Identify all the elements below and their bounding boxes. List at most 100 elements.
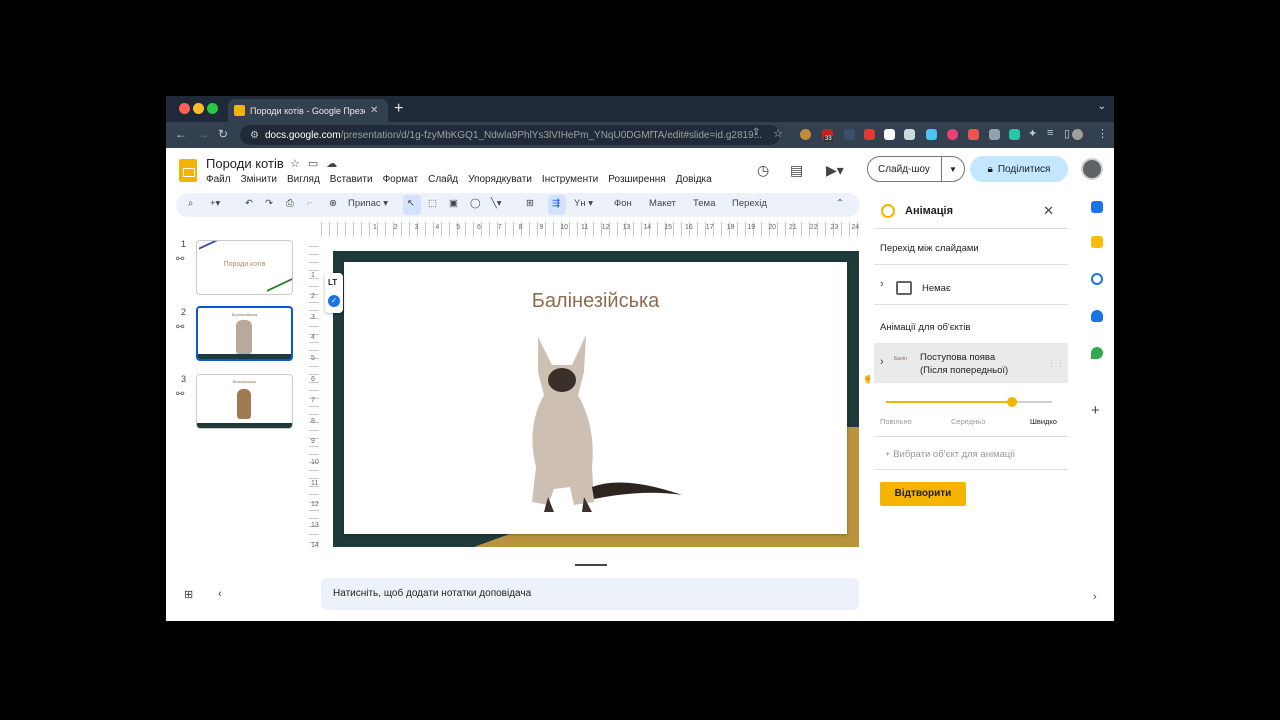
- extension-icon-10[interactable]: [989, 129, 1000, 140]
- cat-image[interactable]: [514, 317, 689, 512]
- menu-edit[interactable]: Змінити: [241, 174, 277, 185]
- close-tab-icon[interactable]: ✕: [370, 105, 378, 116]
- grid-view-icon[interactable]: ⊞: [184, 588, 193, 601]
- extension-icon-11[interactable]: [1009, 129, 1020, 140]
- menu-help[interactable]: Довідка: [676, 174, 712, 185]
- shape-icon[interactable]: ◯: [470, 198, 481, 209]
- select-cursor-icon[interactable]: ↖: [407, 198, 415, 209]
- profile-avatar-icon[interactable]: [1072, 129, 1083, 140]
- maximize-window-button[interactable]: [207, 103, 218, 114]
- menu-view[interactable]: Вигляд: [287, 174, 320, 185]
- theme-button[interactable]: Тема: [693, 198, 715, 209]
- calendar-icon[interactable]: [1091, 201, 1103, 213]
- new-slide-icon[interactable]: +▾: [210, 198, 220, 209]
- extension-tiktok-icon[interactable]: [947, 129, 958, 140]
- menu-file[interactable]: Файл: [206, 174, 231, 185]
- move-folder-icon[interactable]: ▭: [308, 158, 326, 170]
- menu-slide[interactable]: Слайд: [428, 174, 458, 185]
- play-button[interactable]: Відтворити: [880, 482, 966, 506]
- close-panel-icon[interactable]: ✕: [1043, 203, 1054, 219]
- reload-icon[interactable]: ↻: [218, 127, 228, 141]
- search-menus-icon[interactable]: ⌕: [188, 198, 193, 209]
- extensions-puzzle-icon[interactable]: ✦: [1028, 127, 1037, 140]
- slide-thumbnail[interactable]: Балінезійська: [196, 306, 293, 361]
- extension-icon-3[interactable]: [844, 129, 855, 140]
- tasks-icon[interactable]: [1091, 273, 1103, 285]
- transition-value[interactable]: Немає: [922, 283, 951, 294]
- drag-handle-icon[interactable]: ⋮⋮: [1047, 358, 1065, 369]
- url-field[interactable]: ⚙ docs.google.com/presentation/d/1g-fzyM…: [240, 125, 780, 145]
- expand-rail-icon[interactable]: ›: [1093, 591, 1097, 603]
- text-box-icon[interactable]: ⬚: [428, 198, 437, 209]
- zoom-icon[interactable]: ⊕: [329, 198, 337, 209]
- expand-animation-chevron-icon[interactable]: ›: [880, 356, 884, 368]
- collapse-filmstrip-icon[interactable]: ‹: [218, 588, 222, 600]
- meet-video-icon[interactable]: ▶▾: [826, 162, 844, 179]
- extension-icon-4[interactable]: [864, 129, 875, 140]
- menu-arrange[interactable]: Упорядкувати: [468, 174, 532, 185]
- extension-icon-7[interactable]: [926, 129, 937, 140]
- speed-slider-knob[interactable]: [1007, 397, 1018, 407]
- slides-logo-icon[interactable]: [179, 159, 197, 182]
- slideshow-button[interactable]: Слайд-шоу ▼: [867, 156, 965, 182]
- comment-add-icon[interactable]: ⊞: [526, 198, 534, 209]
- reading-list-icon[interactable]: ≡: [1047, 127, 1053, 139]
- browser-tab[interactable]: Породи котів - Google Презе ✕: [228, 99, 388, 122]
- menu-insert[interactable]: Вставити: [330, 174, 373, 185]
- background-button[interactable]: Фон: [614, 198, 632, 209]
- print-icon[interactable]: ⎙: [286, 198, 294, 209]
- browser-menu-icon[interactable]: ⋮: [1097, 127, 1108, 140]
- extension-cookie-icon[interactable]: [800, 129, 811, 140]
- extension-icon-5[interactable]: [884, 129, 895, 140]
- menu-extensions[interactable]: Розширення: [608, 174, 665, 185]
- document-title[interactable]: Породи котів: [206, 156, 284, 171]
- speed-slider[interactable]: [886, 397, 1052, 407]
- menu-tools[interactable]: Інструменти: [542, 174, 598, 185]
- new-tab-button[interactable]: +: [394, 100, 403, 118]
- tab-search-chevron-icon[interactable]: ⌄: [1098, 101, 1106, 112]
- share-page-icon[interactable]: ⇪: [752, 127, 760, 138]
- speaker-notes[interactable]: Натисніть, щоб додати нотатки доповідача: [321, 578, 859, 610]
- add-addon-icon[interactable]: +: [1091, 402, 1100, 419]
- comments-icon[interactable]: ▤: [790, 162, 803, 179]
- notes-resize-handle[interactable]: [575, 564, 607, 566]
- account-avatar[interactable]: [1081, 158, 1103, 180]
- collapse-toolbar-chevron-icon[interactable]: ⌃: [836, 198, 844, 209]
- image-icon[interactable]: ▣: [449, 198, 458, 209]
- keep-icon[interactable]: [1091, 236, 1103, 248]
- zoom-fit-select[interactable]: Припас ▾: [348, 198, 388, 209]
- menu-format[interactable]: Формат: [383, 174, 419, 185]
- back-icon[interactable]: ←: [175, 127, 187, 141]
- star-icon[interactable]: ☆: [290, 158, 308, 170]
- bookmark-star-icon[interactable]: ☆: [773, 127, 783, 140]
- text-tool-icon[interactable]: LT: [328, 278, 337, 287]
- slide-canvas[interactable]: Балінезійська: [333, 251, 859, 547]
- paint-format-icon[interactable]: ⌐: [307, 198, 313, 209]
- slide-thumbnail[interactable]: Бенгальська: [196, 374, 293, 429]
- version-history-icon[interactable]: ◷: [757, 162, 769, 179]
- redo-icon[interactable]: ↷: [265, 198, 273, 209]
- pick-object-button[interactable]: + Вибрати об'єкт для анімації: [885, 449, 1015, 460]
- maps-icon[interactable]: [1091, 347, 1103, 359]
- extension-shield-icon[interactable]: [968, 129, 979, 140]
- share-button[interactable]: 🔒︎ Поділитися: [970, 156, 1068, 182]
- expand-transition-chevron-icon[interactable]: ›: [880, 278, 884, 290]
- input-tools-icon[interactable]: Yн ▾: [574, 198, 593, 209]
- animate-icon[interactable]: ⇶: [552, 198, 560, 209]
- contacts-icon[interactable]: [1091, 310, 1103, 322]
- minimize-window-button[interactable]: [193, 103, 204, 114]
- slideshow-label[interactable]: Слайд-шоу: [868, 157, 942, 181]
- transition-button[interactable]: Перехід: [732, 198, 767, 209]
- undo-icon[interactable]: ↶: [245, 198, 253, 209]
- slide-title[interactable]: Балінезійська: [344, 290, 847, 313]
- slide-thumbnail[interactable]: Породи котів: [196, 240, 293, 295]
- side-panel-icon[interactable]: ▯: [1064, 127, 1070, 140]
- check-badge-icon[interactable]: ✓: [328, 295, 340, 307]
- site-info-icon[interactable]: ⚙: [250, 130, 259, 141]
- close-window-button[interactable]: [179, 103, 190, 114]
- floating-widget[interactable]: LT ✓: [325, 273, 343, 313]
- extension-icon-6[interactable]: [904, 129, 915, 140]
- line-icon[interactable]: ╲▾: [491, 198, 502, 209]
- forward-icon[interactable]: →: [197, 127, 209, 141]
- cloud-status-icon[interactable]: ☁: [326, 158, 345, 170]
